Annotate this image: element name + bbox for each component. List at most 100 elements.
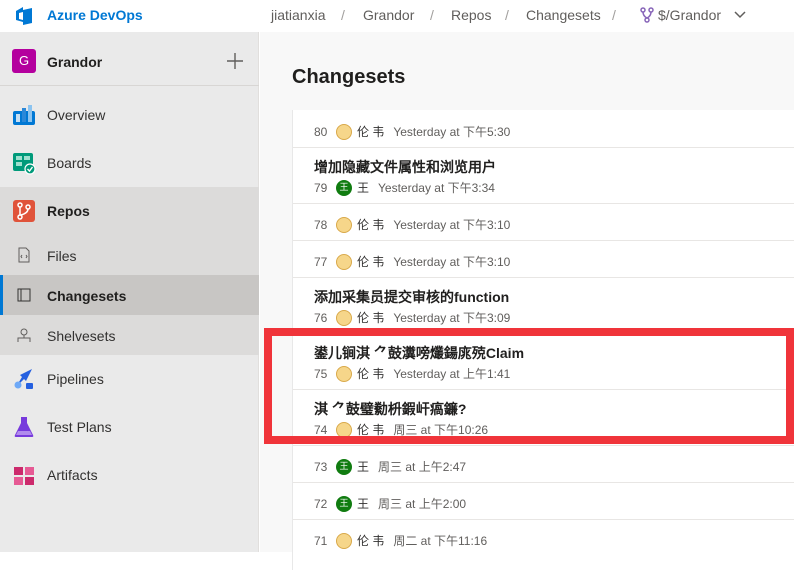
main-content: Changesets 80 伦 韦 Yesterday at 下午5:30 增加…: [260, 32, 794, 570]
author-name: 伦 韦: [357, 125, 385, 139]
active-indicator: [0, 275, 3, 315]
changeset-date: Yesterday at 下午3:34: [378, 181, 495, 195]
changeset-meta: 75 伦 韦 Yesterday at 上午1:41: [314, 365, 510, 382]
changeset-id[interactable]: 78: [314, 218, 336, 232]
project-name[interactable]: Grandor: [47, 54, 102, 70]
sidebar-item-label: Shelvesets: [47, 328, 116, 344]
divider: [0, 85, 259, 86]
author-name: 王: [357, 181, 370, 195]
sidebar: G Grandor Overview Boards Repos Files Ch…: [0, 32, 259, 552]
sidebar-item-label: Files: [47, 248, 77, 264]
author-name: 王: [357, 460, 370, 474]
breadcrumb-repository[interactable]: $/Grandor: [658, 7, 721, 23]
changeset-row[interactable]: 淇 ⺈鼓璧勬枡鍜屽瘑鐮? 74 伦 韦 周三 at 下午10:26: [293, 390, 794, 446]
changeset-date: Yesterday at 下午3:09: [393, 311, 511, 325]
sidebar-item-label: Pipelines: [47, 371, 104, 387]
author-name: 伦 韦: [357, 367, 385, 381]
sidebar-subitem-changesets[interactable]: Changesets: [0, 275, 259, 315]
author-avatar: [336, 532, 352, 549]
changeset-row[interactable]: 73 王 王 周三 at 上午2:47: [293, 446, 794, 483]
artifacts-icon: [14, 467, 34, 485]
sidebar-item-artifacts[interactable]: Artifacts: [0, 451, 259, 499]
changeset-row[interactable]: 77 伦 韦 Yesterday at 下午3:10: [293, 241, 794, 278]
changeset-title[interactable]: 鍙儿锏淇 ⺈鼓瀵嗙爜鍚庣殑Claim: [314, 343, 524, 363]
author-avatar: 王: [336, 495, 352, 512]
sidebar-item-label: Changesets: [47, 288, 127, 304]
author-avatar: 王: [336, 458, 352, 475]
changeset-meta: 80 伦 韦 Yesterday at 下午5:30: [314, 123, 510, 140]
plus-icon[interactable]: [226, 52, 244, 70]
changeset-row[interactable]: 72 王 王 周三 at 上午2:00: [293, 483, 794, 520]
sidebar-item-overview[interactable]: Overview: [0, 91, 259, 139]
changeset-id[interactable]: 75: [314, 367, 336, 381]
changeset-id[interactable]: 72: [314, 497, 336, 511]
changeset-date: 周三 at 上午2:00: [378, 497, 467, 511]
author-avatar: [336, 309, 352, 326]
author-avatar: [336, 123, 352, 140]
changeset-date: Yesterday at 上午1:41: [393, 367, 511, 381]
changeset-id[interactable]: 74: [314, 423, 336, 437]
changeset-title[interactable]: 添加采集员提交审核的function: [314, 287, 509, 307]
sidebar-item-label: Overview: [47, 107, 106, 123]
sidebar-subitem-shelvesets[interactable]: Shelvesets: [0, 315, 259, 355]
changeset-id[interactable]: 73: [314, 460, 336, 474]
boards-icon: [13, 153, 36, 175]
changeset-title[interactable]: 增加隐藏文件属性和浏览用户: [314, 157, 496, 177]
chevron-down-icon[interactable]: [733, 8, 747, 22]
author-name: 伦 韦: [357, 534, 385, 548]
changeset-meta: 78 伦 韦 Yesterday at 下午3:10: [314, 216, 510, 233]
changeset-id[interactable]: 71: [314, 534, 336, 548]
author-name: 王: [357, 497, 370, 511]
changeset-id[interactable]: 77: [314, 255, 336, 269]
overview-icon: [13, 105, 35, 125]
changesets-list: 80 伦 韦 Yesterday at 下午5:30 增加隐藏文件属性和浏览用户…: [292, 110, 794, 570]
files-icon: [18, 247, 30, 263]
changeset-row[interactable]: 添加采集员提交审核的function 76 伦 韦 Yesterday at 下…: [293, 278, 794, 334]
repository-icon: [640, 7, 654, 23]
changeset-date: Yesterday at 下午3:10: [393, 255, 511, 269]
sidebar-subitem-files[interactable]: Files: [0, 235, 259, 275]
changeset-id[interactable]: 76: [314, 311, 336, 325]
sidebar-item-test-plans[interactable]: Test Plans: [0, 403, 259, 451]
pipelines-icon: [14, 369, 33, 389]
breadcrumb-separator: /: [341, 7, 345, 23]
author-avatar: [336, 216, 352, 233]
changeset-row[interactable]: 78 伦 韦 Yesterday at 下午3:10: [293, 204, 794, 241]
author-name: 伦 韦: [357, 423, 385, 437]
author-name: 伦 韦: [357, 218, 385, 232]
repos-icon: [13, 200, 35, 222]
changeset-row[interactable]: 71 伦 韦 周二 at 下午11:16: [293, 520, 794, 557]
author-avatar: [336, 253, 352, 270]
page-title: Changesets: [292, 66, 406, 88]
project-avatar: G: [12, 49, 36, 73]
test-plans-icon: [14, 417, 34, 437]
changeset-id[interactable]: 80: [314, 125, 336, 139]
breadcrumb-organization[interactable]: jiatianxia: [271, 7, 325, 23]
breadcrumb-project[interactable]: Grandor: [363, 7, 414, 23]
sidebar-item-boards[interactable]: Boards: [0, 139, 259, 187]
sidebar-item-label: Artifacts: [47, 467, 98, 483]
changeset-meta: 77 伦 韦 Yesterday at 下午3:10: [314, 253, 510, 270]
changeset-id[interactable]: 79: [314, 181, 336, 195]
top-bar: Azure DevOps jiatianxia / Grandor / Repo…: [0, 0, 794, 32]
brand-name[interactable]: Azure DevOps: [47, 7, 143, 23]
changeset-meta: 73 王 王 周三 at 上午2:47: [314, 458, 466, 475]
shelvesets-icon: [17, 328, 31, 342]
sidebar-item-label: Repos: [47, 203, 90, 219]
sidebar-item-repos[interactable]: Repos: [0, 187, 259, 235]
changeset-meta: 76 伦 韦 Yesterday at 下午3:09: [314, 309, 510, 326]
changeset-date: 周二 at 下午11:16: [393, 534, 488, 548]
changeset-date: Yesterday at 下午5:30: [393, 125, 511, 139]
breadcrumb-separator: /: [505, 7, 509, 23]
author-name: 伦 韦: [357, 311, 385, 325]
breadcrumb-repos[interactable]: Repos: [451, 7, 491, 23]
sidebar-item-label: Boards: [47, 155, 92, 171]
changeset-row[interactable]: 鍙儿锏淇 ⺈鼓瀵嗙爜鍚庣殑Claim 75 伦 韦 Yesterday at 上…: [293, 334, 794, 390]
sidebar-item-pipelines[interactable]: Pipelines: [0, 355, 259, 403]
breadcrumb-changesets[interactable]: Changesets: [526, 7, 601, 23]
changeset-row[interactable]: 80 伦 韦 Yesterday at 下午5:30: [293, 110, 794, 148]
changeset-row[interactable]: 增加隐藏文件属性和浏览用户 79 王 王 Yesterday at 下午3:34: [293, 148, 794, 204]
azure-devops-logo-icon[interactable]: [14, 5, 36, 27]
changeset-title[interactable]: 淇 ⺈鼓璧勬枡鍜屽瘑鐮?: [314, 399, 466, 419]
project-header[interactable]: G Grandor: [0, 32, 259, 86]
